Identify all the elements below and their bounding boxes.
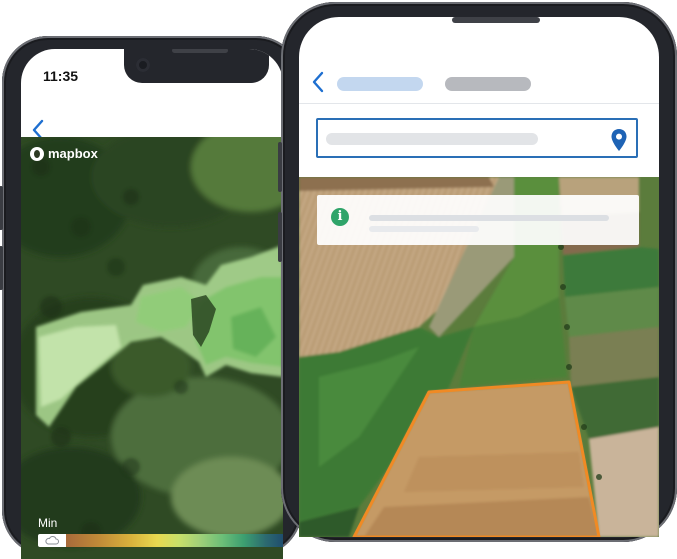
cloud-icon xyxy=(38,534,66,547)
back-phone-screen: 11:35 mapbox Min xyxy=(21,49,283,559)
speaker-grille xyxy=(452,17,540,23)
phone-side-button xyxy=(278,212,282,262)
info-banner: i xyxy=(317,195,639,245)
location-search-input[interactable] xyxy=(316,118,638,158)
tab-placeholder-inactive[interactable] xyxy=(445,77,531,91)
mapbox-logo: mapbox xyxy=(30,146,98,161)
chevron-left-icon xyxy=(312,71,324,93)
legend-min-label: Min xyxy=(38,516,58,530)
info-text-placeholder xyxy=(369,226,479,232)
status-time: 11:35 xyxy=(43,68,79,84)
phone-side-button xyxy=(0,246,3,290)
camera-icon xyxy=(136,58,150,72)
phone-side-button xyxy=(0,186,3,230)
ndvi-legend-bar xyxy=(38,534,283,547)
legend-gradient xyxy=(66,534,283,547)
phone-side-button xyxy=(278,142,282,192)
header-divider xyxy=(299,103,659,104)
map-imagery xyxy=(21,137,283,559)
back-button[interactable] xyxy=(311,71,325,99)
search-placeholder-bar xyxy=(326,133,538,145)
front-phone: i xyxy=(278,2,677,542)
mapbox-mark-icon xyxy=(30,146,44,161)
location-pin-icon[interactable] xyxy=(610,128,628,152)
mapbox-logo-text: mapbox xyxy=(48,146,98,161)
speaker-grille xyxy=(172,49,228,53)
tab-placeholder-active[interactable] xyxy=(337,77,423,91)
back-phone: 11:35 mapbox Min xyxy=(0,36,302,559)
field-satellite-map[interactable]: i xyxy=(299,177,659,537)
phone-notch xyxy=(124,49,269,83)
front-phone-screen: i xyxy=(299,17,659,537)
info-icon: i xyxy=(331,208,349,226)
satellite-map[interactable]: mapbox Min xyxy=(21,137,283,559)
info-text-placeholder xyxy=(369,215,609,221)
